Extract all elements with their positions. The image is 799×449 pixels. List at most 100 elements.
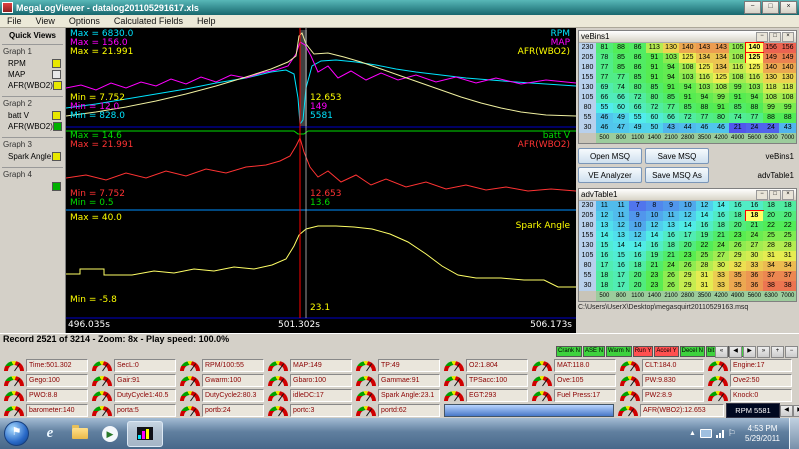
table-cell[interactable]: 20 [762,211,780,221]
table-cell[interactable]: 12 [612,221,630,231]
table-cell[interactable]: 15 [596,241,613,251]
table-cell[interactable]: 77 [696,113,713,123]
table-cell[interactable]: 91 [646,73,663,83]
table-cell[interactable]: 74 [612,83,630,93]
menu-help[interactable]: Help [190,16,223,26]
menu-file[interactable]: File [0,16,29,26]
table-cell[interactable]: 19 [646,251,663,261]
show-desktop-button[interactable] [789,418,799,449]
table-cell[interactable]: 125 [696,63,713,73]
quick-view-item[interactable]: AFR(WBO2) [3,121,62,132]
table-cell[interactable]: 108 [729,53,747,63]
table-cell[interactable]: 37 [779,271,797,281]
table-cell[interactable]: 50 [646,123,663,133]
table-cell[interactable]: 24 [712,241,730,251]
table-cell[interactable]: 24 [662,261,680,271]
table-cell[interactable]: 21 [729,123,747,133]
minimize-button[interactable]: − [744,1,761,14]
table-cell[interactable]: 23 [646,281,663,291]
table-cell[interactable]: 103 [679,73,697,83]
table-cell[interactable]: 49 [612,113,630,123]
table-cell[interactable]: 130 [779,73,797,83]
table-cell[interactable]: 85 [629,73,647,83]
table-cell[interactable]: 113 [646,43,663,53]
table-cell[interactable]: 21 [646,261,663,271]
table-cell[interactable]: 99 [712,93,730,103]
table-cell[interactable]: 19 [696,231,713,241]
table-cell[interactable]: 103 [746,83,763,93]
table-cell[interactable]: 72 [646,103,663,113]
table-cell[interactable]: 14 [646,231,663,241]
title-bar[interactable]: MegaLogViewer - datalog201105291617.xls … [0,0,799,15]
table-cell[interactable]: 28 [696,261,713,271]
table-cell[interactable]: 21 [662,251,680,261]
table-cell[interactable]: 77 [596,73,613,83]
table-cell[interactable]: 85 [612,53,630,63]
table-cell[interactable]: 10 [629,221,647,231]
table-cell[interactable]: 20 [729,221,747,231]
open-msq-button[interactable]: Open MSQ [578,148,642,164]
table-cell[interactable]: 47 [612,123,630,133]
table-cell[interactable]: 94 [662,63,680,73]
table-cell[interactable]: 43 [662,123,680,133]
table-cell[interactable]: 27 [746,241,763,251]
table-cell[interactable]: 130 [662,43,680,53]
menu-calculated-fields[interactable]: Calculated Fields [107,16,190,26]
record-nav-button[interactable]: ▶ [793,404,799,417]
table-cell[interactable]: 11 [612,201,630,211]
table-cell[interactable]: 86 [629,63,647,73]
record-nav-button[interactable]: ◀ [780,404,793,417]
table-cell[interactable]: 16 [646,241,663,251]
table-cell[interactable]: 23 [679,251,697,261]
table-cell[interactable]: 156 [779,43,797,53]
table-cell[interactable]: 8 [646,201,663,211]
table-cell[interactable]: 18 [762,201,780,211]
table-cell[interactable]: 12 [646,221,663,231]
table-cell[interactable]: 88 [696,103,713,113]
table-cell[interactable]: 91 [679,93,697,103]
frame-minimize-button[interactable]: − [756,31,768,42]
table-cell[interactable]: 77 [746,113,763,123]
table-cell[interactable]: 85 [729,103,747,113]
table-cell[interactable]: 55 [629,113,647,123]
table-cell[interactable]: 26 [679,261,697,271]
table-cell[interactable]: 21 [746,221,763,231]
table-cell[interactable]: 140 [762,63,780,73]
table-cell[interactable]: 13 [612,231,630,241]
table-cell[interactable]: 60 [612,103,630,113]
table-cell[interactable]: 46 [696,123,713,133]
ve-table-selector[interactable]: veBins1 [766,152,797,161]
playback-button[interactable]: » [757,346,770,358]
playback-button[interactable]: « [715,346,728,358]
table-cell[interactable]: 46 [596,123,613,133]
table-cell[interactable]: 33 [712,271,730,281]
table-cell[interactable]: 44 [679,123,697,133]
table-cell[interactable]: 14 [612,241,630,251]
table-cell[interactable]: 12 [696,201,713,211]
table-cell[interactable]: 17 [612,281,630,291]
table-cell[interactable]: 36 [746,271,763,281]
table-cell[interactable]: 91 [712,103,730,113]
table-cell[interactable]: 18 [629,261,647,271]
table-cell[interactable]: 7 [629,201,647,211]
table-cell[interactable]: 22 [762,221,780,231]
table-cell[interactable]: 69 [596,83,613,93]
frame-maximize-button[interactable]: □ [769,189,781,200]
table-cell[interactable]: 16 [596,251,613,261]
start-button[interactable]: ⚑ [4,421,29,446]
table-cell[interactable]: 11 [612,211,630,221]
table-cell[interactable]: 16 [746,201,763,211]
maximize-button[interactable]: □ [762,1,779,14]
table-cell[interactable]: 31 [696,271,713,281]
table-cell[interactable]: 80 [712,113,730,123]
frame-close-button[interactable]: × [782,31,794,42]
table-cell[interactable]: 94 [662,73,680,83]
table-cell[interactable]: 16 [696,221,713,231]
table-cell[interactable]: 14 [679,221,697,231]
table-cell[interactable]: 33 [746,261,763,271]
vebins-frame-titlebar[interactable]: veBins1 − □ × [579,31,796,43]
table-cell[interactable]: 140 [745,42,764,54]
table-cell[interactable]: 72 [629,93,647,103]
table-cell[interactable]: 66 [662,113,680,123]
table-cell[interactable]: 66 [629,103,647,113]
